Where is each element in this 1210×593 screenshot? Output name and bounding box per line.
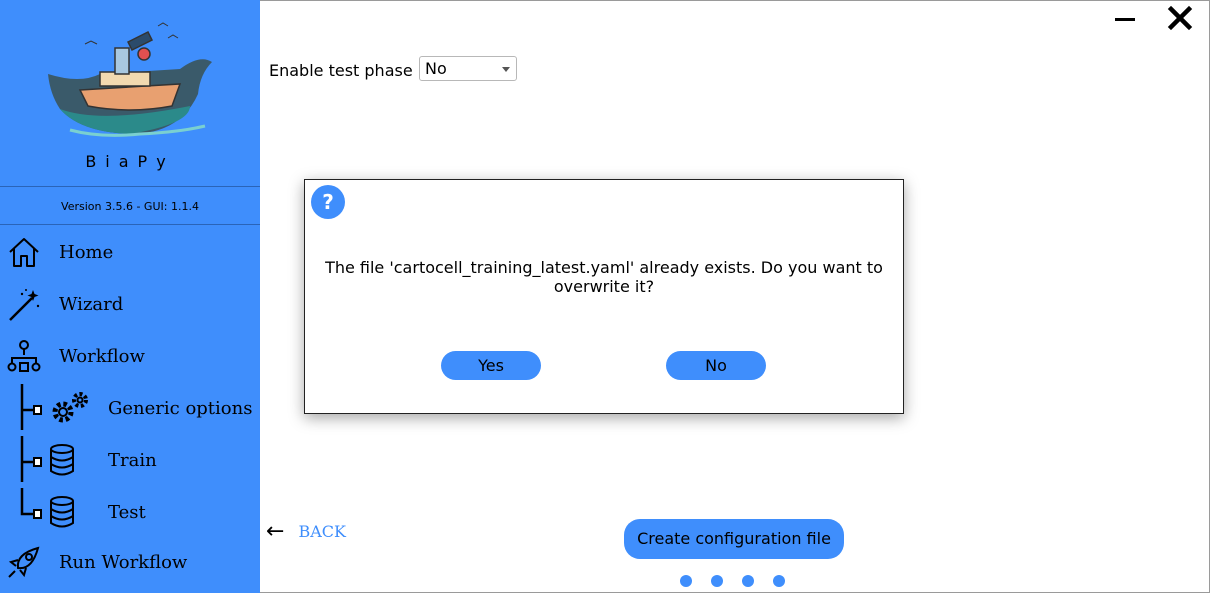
gears-icon — [52, 392, 88, 423]
page-indicator-dot[interactable] — [680, 575, 692, 587]
biapy-logo — [48, 22, 212, 137]
arrow-left-icon: ← — [266, 519, 285, 544]
enable-test-phase-label: Enable test phase — [269, 61, 413, 80]
page-indicator-dot[interactable] — [742, 575, 754, 587]
sidebar-item-label: Generic options — [108, 397, 253, 419]
chevron-down-icon — [502, 67, 510, 72]
create-configuration-button[interactable]: Create configuration file — [624, 519, 844, 559]
select-value: No — [425, 59, 447, 78]
sidebar-item-label: Wizard — [59, 293, 124, 315]
database-icon — [50, 444, 74, 476]
yes-button[interactable]: Yes — [441, 351, 541, 380]
sidebar-item-test[interactable]: Test — [48, 492, 146, 532]
divider — [0, 224, 260, 225]
sidebar-item-run-workflow[interactable]: Run Workflow — [6, 542, 187, 582]
sidebar-item-home[interactable]: Home — [6, 232, 113, 272]
version-label: Version 3.5.6 - GUI: 1.1.4 — [61, 200, 199, 213]
magic-wand-icon — [9, 289, 40, 321]
sidebar-item-workflow[interactable]: Workflow — [6, 336, 145, 376]
question-icon: ? — [311, 185, 345, 219]
sidebar-item-label: Train — [108, 449, 157, 471]
overwrite-confirm-dialog: ? The file 'cartocell_training_latest.ya… — [304, 179, 904, 414]
page-indicator-dot[interactable] — [711, 575, 723, 587]
rocket-icon — [8, 546, 40, 578]
workflow-icon — [7, 340, 41, 372]
sidebar-item-train[interactable]: Train — [48, 440, 157, 480]
no-button[interactable]: No — [666, 351, 766, 380]
sidebar-item-generic-options[interactable]: Generic options — [50, 388, 252, 428]
dialog-message-line: overwrite it? — [553, 277, 655, 296]
sidebar-item-wizard[interactable]: Wizard — [6, 284, 123, 324]
dialog-message: The file 'cartocell_training_latest.yaml… — [305, 258, 903, 296]
back-label: BACK — [298, 522, 346, 541]
database-icon — [50, 496, 74, 528]
dialog-message-line: The file 'cartocell_training_latest.yaml… — [325, 258, 883, 277]
minimize-icon[interactable] — [1113, 6, 1137, 30]
page-indicator-dot[interactable] — [773, 575, 785, 587]
home-icon — [9, 238, 39, 267]
sidebar: BiaPy Version 3.5.6 - GUI: 1.1.4 Home Wi… — [0, 0, 260, 593]
close-icon[interactable] — [1166, 4, 1194, 32]
sidebar-item-label: Run Workflow — [59, 551, 188, 573]
back-button[interactable]: ← BACK — [266, 519, 346, 544]
sidebar-item-label: Workflow — [59, 345, 145, 367]
sidebar-item-label: Test — [108, 501, 146, 523]
sidebar-item-label: Home — [59, 241, 114, 263]
enable-test-phase-select[interactable]: No — [419, 56, 517, 81]
divider — [0, 186, 260, 187]
app-name: BiaPy — [85, 152, 175, 171]
